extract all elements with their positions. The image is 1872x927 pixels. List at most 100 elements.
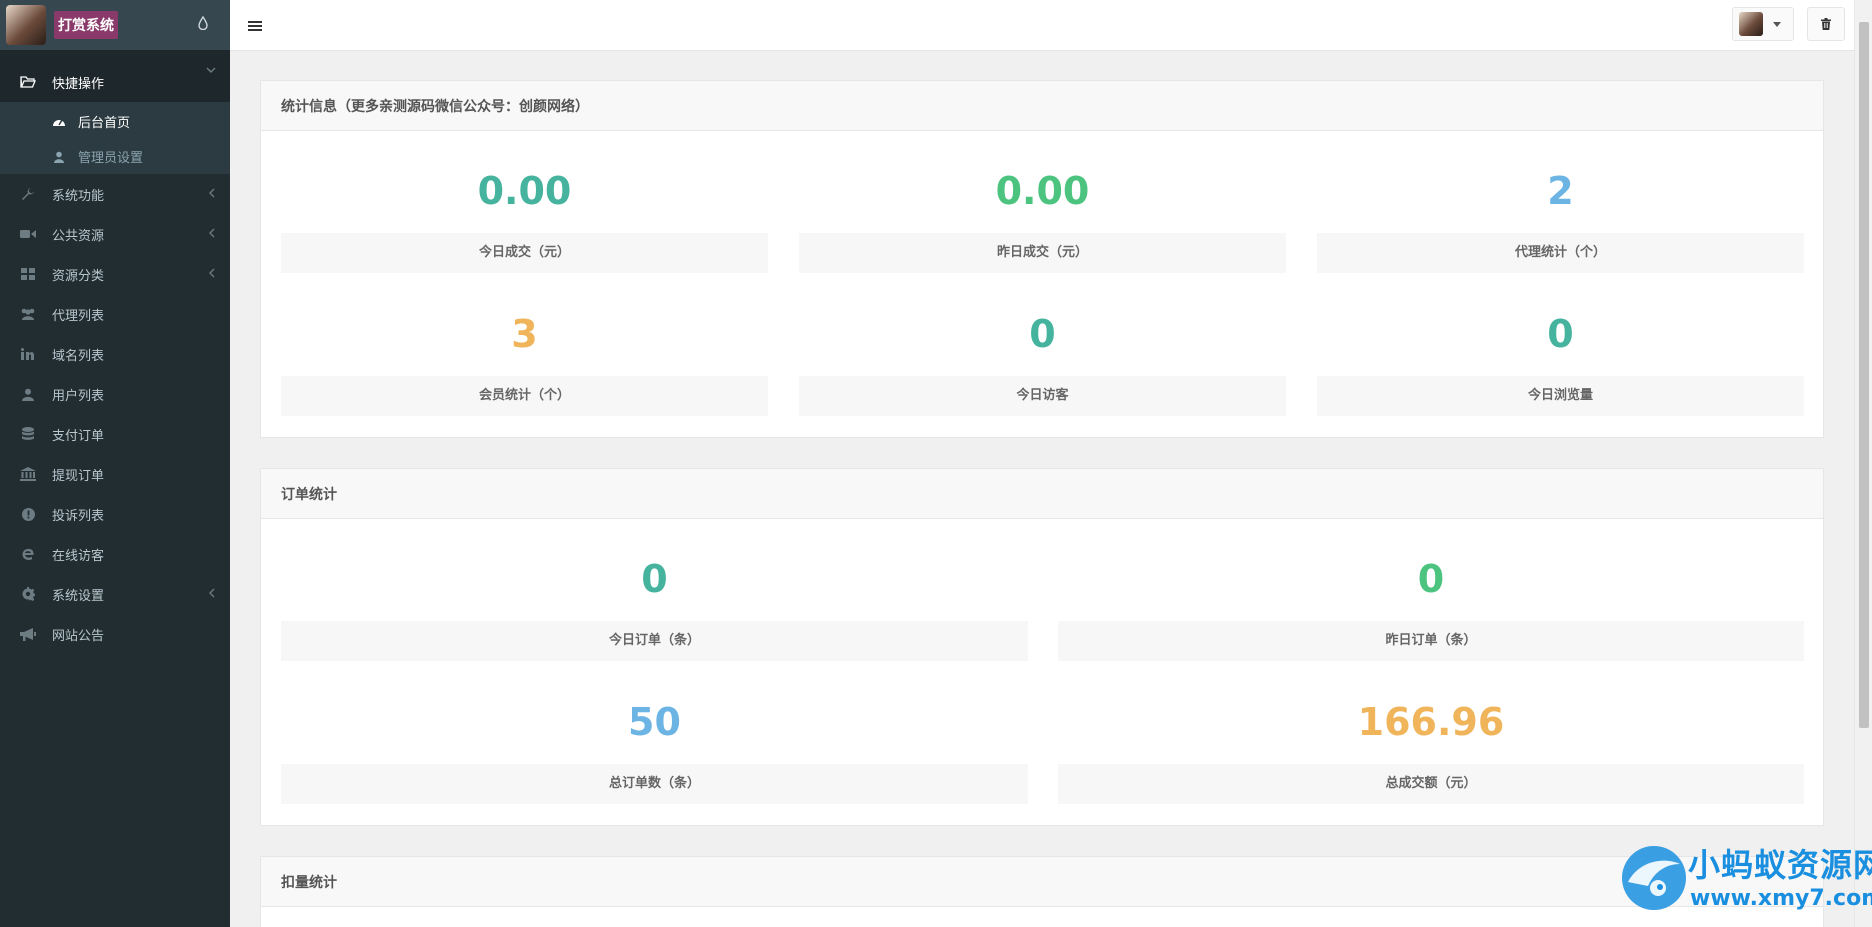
stat-total-orders: 50 总订单数（条）: [281, 692, 1028, 804]
stat-label: 今日访客: [799, 376, 1286, 416]
chevron-left-icon: [208, 267, 216, 281]
trash-icon: [1821, 15, 1831, 34]
stat-today-orders: 0 今日订单（条）: [281, 549, 1028, 661]
bank-icon: [20, 466, 36, 482]
stat-label: 今日浏览量: [1317, 376, 1804, 416]
avatar: [1739, 12, 1763, 36]
video-icon: [20, 226, 36, 242]
panel-title: 订单统计: [261, 469, 1823, 519]
sidebar-item-label: 支付订单: [52, 428, 105, 444]
stat-label: 总订单数（条）: [281, 764, 1028, 804]
sidebar: 打赏系统 快捷操作 后台首页 管理员设置 系统功能 公共资源 资源分类 代理列表…: [0, 0, 230, 927]
sidebar-item-system-settings[interactable]: 系统设置: [0, 574, 230, 614]
stat-value: 2: [1547, 169, 1574, 213]
stat-label: 会员统计（个）: [281, 376, 768, 416]
sidebar-item-label: 代理列表: [52, 308, 105, 324]
user-icon: [52, 150, 66, 164]
ant-logo-icon: [1618, 842, 1688, 912]
stat-label: 昨日订单（条）: [1058, 621, 1804, 661]
brand-avatar: [6, 5, 46, 45]
stat-label: 今日订单（条）: [281, 621, 1028, 661]
ie-icon: [20, 546, 36, 562]
stat-member-count: 3 会员统计（个）: [281, 304, 768, 416]
sidebar-item-quick-actions[interactable]: 快捷操作: [0, 50, 230, 102]
main-content: 统计信息（更多亲测源码微信公众号：创颜网络） 0.00 今日成交（元） 0.00…: [230, 51, 1854, 927]
menu-toggle-icon[interactable]: [248, 17, 262, 31]
linkedin-icon: [20, 346, 36, 362]
orders-panel: 订单统计 0 今日订单（条） 0 昨日订单（条） 50 总订单数（条） 166.…: [260, 468, 1824, 826]
watermark-url: www.xmy7.com: [1690, 886, 1872, 911]
wrench-icon: [20, 186, 36, 202]
sidebar-item-label: 系统功能: [52, 188, 105, 204]
folder-open-icon: [20, 74, 36, 90]
sidebar-item-label: 快捷操作: [52, 76, 105, 92]
stat-label: 代理统计（个）: [1317, 233, 1804, 273]
sidebar-menu: 快捷操作 后台首页 管理员设置 系统功能 公共资源 资源分类 代理列表 域名列表…: [0, 50, 230, 654]
stat-value: 3: [511, 312, 538, 356]
stat-label: 总成交额（元）: [1058, 764, 1804, 804]
sidebar-item-system-functions[interactable]: 系统功能: [0, 174, 230, 214]
page-scrollbar[interactable]: [1854, 0, 1872, 927]
chevron-down-icon: [206, 63, 216, 77]
stat-value: 0: [1417, 557, 1445, 601]
exclamation-icon: [20, 506, 36, 522]
submenu-quick-actions: 后台首页 管理员设置: [0, 102, 230, 174]
sidebar-item-public-resources[interactable]: 公共资源: [0, 214, 230, 254]
sidebar-item-online-visitors[interactable]: 在线访客: [0, 534, 230, 574]
sidebar-item-label: 提现订单: [52, 468, 105, 484]
watermark-title: 小蚂蚁资源网: [1688, 846, 1872, 884]
sidebar-item-withdraw-orders[interactable]: 提现订单: [0, 454, 230, 494]
panel-title: 统计信息（更多亲测源码微信公众号：创颜网络）: [261, 81, 1823, 131]
stat-yesterday-orders: 0 昨日订单（条）: [1058, 549, 1804, 661]
chevron-left-icon: [208, 187, 216, 201]
sidebar-item-domain-list[interactable]: 域名列表: [0, 334, 230, 374]
stat-value: 0.00: [995, 169, 1090, 213]
sidebar-item-site-announcements[interactable]: 网站公告: [0, 614, 230, 654]
stat-today-pageviews: 0 今日浏览量: [1317, 304, 1804, 416]
stat-value: 166.96: [1357, 700, 1505, 744]
brand-bar: 打赏系统: [0, 0, 230, 50]
users-icon: [20, 306, 36, 322]
scrollbar-thumb[interactable]: [1859, 22, 1869, 728]
sidebar-subitem-dashboard[interactable]: 后台首页: [0, 104, 230, 139]
stat-total-revenue: 166.96 总成交额（元）: [1058, 692, 1804, 804]
sidebar-item-agent-list[interactable]: 代理列表: [0, 294, 230, 334]
caret-down-icon: [1773, 21, 1781, 27]
bullhorn-icon: [20, 626, 36, 642]
sidebar-subitem-label: 管理员设置: [78, 151, 144, 166]
stat-today-visitors: 0 今日访客: [799, 304, 1286, 416]
stat-today-revenue: 0.00 今日成交（元）: [281, 161, 768, 273]
stat-label: 今日成交（元）: [281, 233, 768, 273]
sidebar-item-label: 公共资源: [52, 228, 105, 244]
database-icon: [20, 426, 36, 442]
chevron-left-icon: [208, 227, 216, 241]
grid-icon: [20, 266, 36, 282]
sidebar-item-complaint-list[interactable]: 投诉列表: [0, 494, 230, 534]
user-icon: [20, 386, 36, 402]
sidebar-item-label: 在线访客: [52, 548, 105, 564]
user-menu-button[interactable]: [1732, 7, 1794, 41]
sidebar-item-label: 域名列表: [52, 348, 105, 364]
sidebar-subitem-label: 后台首页: [78, 116, 131, 131]
watermark: 小蚂蚁资源网 www.xmy7.com: [1618, 838, 1872, 927]
dashboard-icon: [52, 115, 66, 129]
stat-value: 0: [641, 557, 668, 601]
sidebar-item-label: 用户列表: [52, 388, 105, 404]
stat-value: 0.00: [477, 169, 572, 213]
sidebar-item-resource-categories[interactable]: 资源分类: [0, 254, 230, 294]
gear-icon: [20, 586, 36, 602]
stat-value: 50: [628, 700, 681, 744]
sidebar-item-label: 资源分类: [52, 268, 105, 284]
droplet-icon[interactable]: [198, 16, 208, 30]
chevron-left-icon: [208, 587, 216, 601]
sidebar-item-user-list[interactable]: 用户列表: [0, 374, 230, 414]
top-header: [230, 0, 1854, 51]
sidebar-item-payment-orders[interactable]: 支付订单: [0, 414, 230, 454]
clear-cache-button[interactable]: [1807, 7, 1845, 41]
sidebar-item-label: 投诉列表: [52, 508, 105, 524]
stat-label: 昨日成交（元）: [799, 233, 1286, 273]
sidebar-item-label: 系统设置: [52, 588, 105, 604]
sidebar-subitem-admin-settings[interactable]: 管理员设置: [0, 139, 230, 174]
stats-panel: 统计信息（更多亲测源码微信公众号：创颜网络） 0.00 今日成交（元） 0.00…: [260, 80, 1824, 438]
brand-title: 打赏系统: [54, 11, 118, 39]
